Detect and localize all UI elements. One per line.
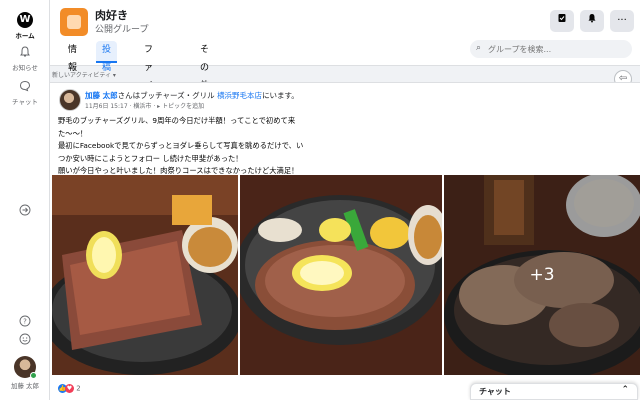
- group-header: 肉好き 公開グループ ··· 情報 投稿 ファイル その他▾ ⌕: [50, 0, 640, 109]
- reaction-count: 2: [76, 384, 81, 393]
- post-text-line: た〜〜！: [58, 128, 88, 138]
- online-status-dot: [30, 372, 37, 379]
- user-name-label: 加藤 太郎: [10, 382, 40, 390]
- group-avatar[interactable]: [60, 8, 88, 36]
- feedback-button[interactable]: [0, 333, 50, 347]
- nav-chat[interactable]: チャット: [0, 80, 50, 106]
- post-body: 野毛のブッチャーズグリル、9周年の今日だけ半額！ってことで初めて来 た〜〜！ 最…: [58, 115, 328, 178]
- group-privacy: 公開グループ: [95, 25, 149, 35]
- search-input[interactable]: [488, 42, 628, 56]
- chat-panel-label: チャット: [479, 387, 511, 396]
- tab-posts[interactable]: 投稿: [96, 41, 118, 73]
- nav-chat-label: チャット: [12, 98, 38, 106]
- tab-files[interactable]: ファイル: [138, 41, 159, 109]
- chat-panel[interactable]: チャット ⌃: [470, 383, 638, 400]
- post-header: 加藤 太郎さんはブッチャーズ・グリル 横浜野毛本店にいます。: [85, 90, 299, 101]
- more-options-button[interactable]: ···: [610, 10, 634, 32]
- post-city[interactable]: 横浜市: [133, 103, 151, 110]
- group-name[interactable]: 肉好き: [95, 7, 128, 23]
- topic-icon: ▸: [157, 103, 161, 110]
- left-rail: W ホーム お知らせ チャット ? 加藤 太郎: [0, 0, 50, 400]
- question-icon: ?: [19, 315, 31, 327]
- sort-dropdown[interactable]: 新しいアクティビティ ▾: [52, 70, 116, 79]
- group-search: ⌕: [470, 40, 632, 58]
- add-topic-link[interactable]: トピックを追加: [162, 103, 204, 110]
- nav-home[interactable]: W ホーム: [0, 12, 50, 40]
- nav-notifications-label: お知らせ: [12, 64, 38, 72]
- location-link[interactable]: 横浜野毛本店: [217, 91, 262, 100]
- chevron-up-icon: ⌃: [621, 385, 629, 395]
- post-photo-2[interactable]: [240, 175, 442, 375]
- more-dots-icon: ···: [617, 15, 627, 26]
- author-name[interactable]: 加藤 太郎: [85, 91, 118, 100]
- reaction-summary[interactable]: 👍♥ 2: [58, 384, 81, 393]
- user-profile[interactable]: 加藤 太郎: [0, 356, 50, 390]
- more-photos-overlay[interactable]: +3: [444, 175, 640, 375]
- post-action-suffix: にいます。: [262, 91, 299, 100]
- tab-about[interactable]: 情報: [62, 41, 83, 73]
- nav-notifications[interactable]: お知らせ: [0, 46, 50, 72]
- arrow-circle-icon: [19, 204, 31, 216]
- post-text-line: つか安い時にこようとフォロー し続けた甲斐があった！: [58, 153, 243, 163]
- group-member-button[interactable]: [550, 10, 574, 32]
- tab-more[interactable]: その他▾: [194, 41, 215, 109]
- love-reaction-icon: ♥: [65, 384, 74, 393]
- bell-icon: [588, 14, 596, 23]
- chat-bubble-icon: [19, 80, 31, 92]
- feed-post: 加藤 太郎さんはブッチャーズ・グリル 横浜野毛本店にいます。 11月6日 15:…: [50, 82, 640, 400]
- workplace-logo-icon: W: [17, 12, 33, 28]
- user-avatar: [14, 356, 37, 379]
- notifications-settings-button[interactable]: [580, 10, 604, 32]
- checklist-icon: [558, 14, 566, 22]
- smiley-icon: [19, 333, 31, 345]
- help-button[interactable]: ?: [0, 315, 50, 329]
- search-icon: ⌕: [476, 43, 482, 53]
- post-action-text: さんはブッチャーズ・グリル: [117, 91, 218, 100]
- post-meta: 11月6日 15:17 · 横浜市 · ▸ トピックを追加: [85, 101, 204, 110]
- post-text-line: 最初にFacebookで見てからずっとヨダレ垂らして写真を眺めるだけで、い: [58, 141, 304, 150]
- post-photo-1[interactable]: [52, 175, 238, 375]
- post-photo-3[interactable]: +3: [444, 175, 640, 375]
- post-date[interactable]: 11月6日 15:17: [85, 103, 128, 110]
- svg-text:?: ?: [23, 318, 27, 326]
- bell-icon: [20, 46, 30, 57]
- nav-home-label: ホーム: [15, 32, 35, 40]
- expand-rail-button[interactable]: [0, 204, 50, 218]
- post-text-line: 野毛のブッチャーズグリル、9周年の今日だけ半額！ってことで初めて来: [58, 116, 296, 125]
- author-avatar[interactable]: [59, 89, 81, 111]
